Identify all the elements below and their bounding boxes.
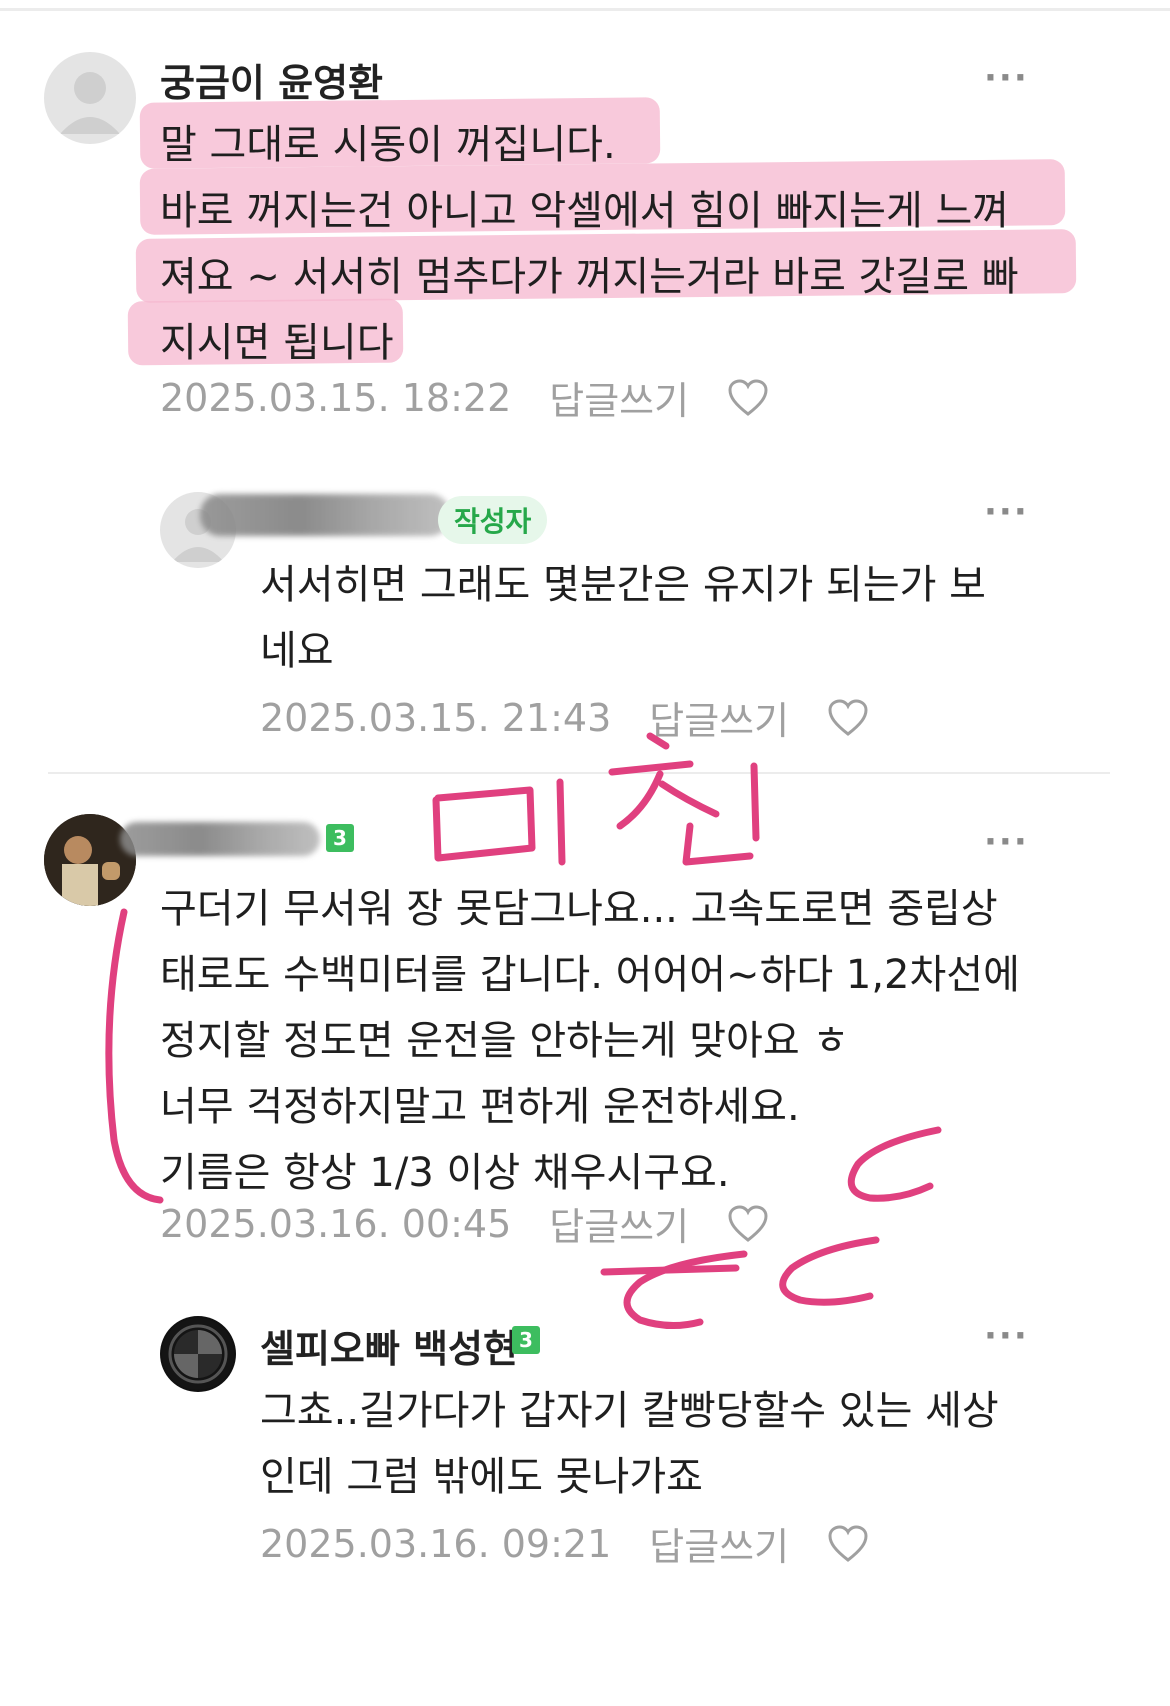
- reply-button[interactable]: 답글쓰기: [549, 370, 689, 425]
- comment-line: 져요 ~ 서서히 멈추다가 꺼지는거라 바로 갓길로 빠: [160, 254, 1019, 300]
- comment-body: 서서히면 그래도 몇분간은 유지가 되는가 보 네요: [260, 552, 986, 684]
- default-user-icon: [60, 72, 120, 134]
- comment-author[interactable]: 셀피오빠 백성현: [260, 1318, 518, 1373]
- comment-author[interactable]: 궁금이 윤영환: [160, 52, 383, 107]
- comment-timestamp: 2025.03.15. 21:43: [260, 695, 612, 740]
- comment-meta: 2025.03.16. 09:21 답글쓰기: [260, 1516, 869, 1571]
- bmw-logo-icon: [162, 1318, 234, 1390]
- comment-divider: [48, 772, 1110, 774]
- like-heart-icon[interactable]: [727, 378, 769, 418]
- reply-button[interactable]: 답글쓰기: [549, 1196, 689, 1251]
- avatar[interactable]: [44, 52, 136, 144]
- comment-timestamp: 2025.03.15. 18:22: [160, 375, 512, 420]
- comment-line: 서서히면 그래도 몇분간은 유지가 되는가 보: [260, 562, 986, 608]
- redacted-author-name: [200, 494, 450, 536]
- reply-button[interactable]: 답글쓰기: [649, 690, 789, 745]
- avatar[interactable]: [160, 1316, 236, 1392]
- comment-line: 말 그대로 시동이 꺼집니다.: [160, 122, 616, 168]
- comment-line: 구더기 무서워 장 못담그나요... 고속도로면 중립상: [160, 886, 998, 932]
- profile-photo: [44, 814, 136, 906]
- comment-line: 네요: [260, 628, 334, 674]
- more-options-icon[interactable]: ···: [984, 822, 1029, 862]
- comment-timestamp: 2025.03.16. 09:21: [260, 1521, 612, 1566]
- comment-body: 구더기 무서워 장 못담그나요... 고속도로면 중립상 태로도 수백미터를 갑…: [160, 876, 1020, 1206]
- comment-timestamp: 2025.03.16. 00:45: [160, 1201, 512, 1246]
- level-badge: 3: [326, 824, 354, 852]
- comment-meta: 2025.03.16. 00:45 답글쓰기: [160, 1196, 769, 1251]
- comment-body: 말 그대로 시동이 꺼집니다. 바로 꺼지는건 아니고 악셀에서 힘이 빠지는게…: [160, 112, 1019, 376]
- redacted-author-name: [120, 822, 320, 856]
- reply-button[interactable]: 답글쓰기: [649, 1516, 789, 1571]
- comment-line: 그쵸..길가다가 갑자기 칼빵당할수 있는 세상: [260, 1388, 999, 1434]
- like-heart-icon[interactable]: [827, 698, 869, 738]
- more-options-icon[interactable]: ···: [984, 58, 1029, 98]
- level-badge: 3: [512, 1326, 540, 1354]
- author-badge: 작성자: [438, 496, 548, 544]
- comment-line: 인데 그럼 밖에도 못나가죠: [260, 1454, 703, 1500]
- like-heart-icon[interactable]: [827, 1524, 869, 1564]
- more-options-icon[interactable]: ···: [984, 492, 1029, 532]
- comment-meta: 2025.03.15. 21:43 답글쓰기: [260, 690, 869, 745]
- comment-line: 바로 꺼지는건 아니고 악셀에서 힘이 빠지는게 느껴: [160, 188, 1010, 234]
- like-heart-icon[interactable]: [727, 1204, 769, 1244]
- avatar[interactable]: [44, 814, 136, 906]
- comment-line: 태로도 수백미터를 갑니다. 어어어~하다 1,2차선에: [160, 952, 1020, 998]
- comment-body: 그쵸..길가다가 갑자기 칼빵당할수 있는 세상 인데 그럼 밖에도 못나가죠: [260, 1378, 999, 1510]
- comment-line: 너무 걱정하지말고 편하게 운전하세요.: [160, 1084, 800, 1130]
- comment-line: 정지할 정도면 운전을 안하는게 맞아요 ㅎ: [160, 1018, 850, 1064]
- more-options-icon[interactable]: ···: [984, 1316, 1029, 1356]
- comment-line: 지시면 됩니다: [160, 320, 394, 366]
- comment-meta: 2025.03.15. 18:22 답글쓰기: [160, 370, 769, 425]
- top-divider: [0, 8, 1170, 11]
